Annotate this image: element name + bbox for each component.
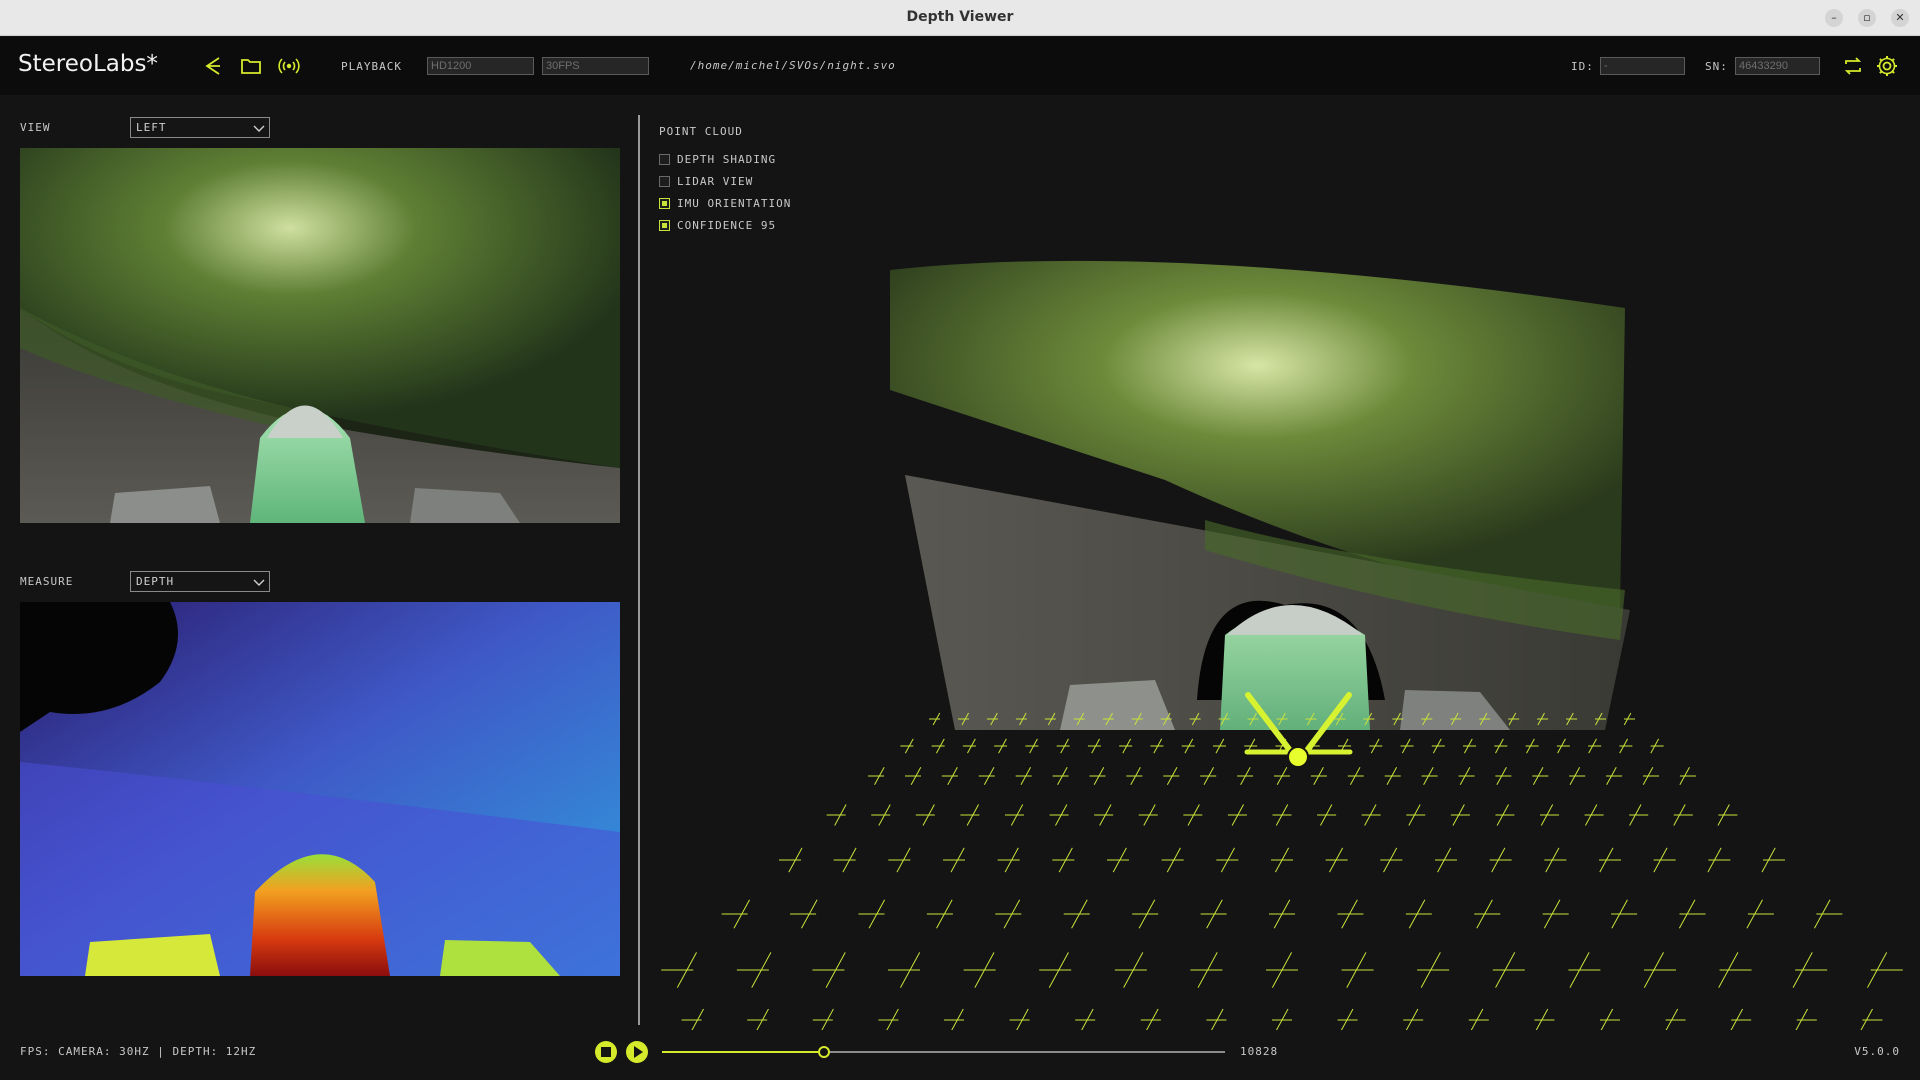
view-label: VIEW	[20, 121, 51, 134]
status-bar	[0, 1035, 1920, 1080]
lidar-view-checkbox[interactable]: LIDAR VIEW	[659, 174, 753, 188]
measure-label: MEASURE	[20, 575, 74, 588]
checkbox-label: IMU ORIENTATION	[677, 196, 792, 210]
checkbox-label: DEPTH SHADING	[677, 152, 777, 166]
view-select[interactable]: LEFT	[130, 117, 270, 138]
frame-counter: 10828	[1240, 1045, 1279, 1058]
view-select-value: LEFT	[136, 121, 167, 134]
window-title: Depth Viewer	[906, 9, 1014, 25]
checkbox-label: LIDAR VIEW	[677, 174, 754, 188]
measure-select-value: DEPTH	[136, 575, 175, 588]
depth-shading-checkbox[interactable]: DEPTH SHADING	[659, 152, 776, 166]
fps-readout: FPS: CAMERA: 30HZ | DEPTH: 12HZ	[20, 1045, 257, 1058]
checkbox-box[interactable]	[659, 197, 670, 209]
maximize-button[interactable]: ▫	[1858, 9, 1876, 27]
point-cloud-viewport[interactable]	[645, 230, 1920, 1030]
depth-map-image	[20, 602, 620, 976]
play-button[interactable]	[626, 1041, 648, 1063]
stop-button[interactable]	[595, 1041, 617, 1063]
file-path: /home/michel/SVOs/night.svo	[690, 59, 896, 72]
imu-orientation-checkbox[interactable]: IMU ORIENTATION	[659, 196, 791, 210]
sn-field[interactable]: 46433290	[1735, 57, 1820, 75]
fps-field[interactable]: 30FPS	[542, 57, 649, 75]
chevron-down-icon	[253, 579, 265, 586]
share-icon[interactable]	[201, 54, 225, 78]
point-cloud-label: POINT CLOUD	[659, 125, 743, 138]
chevron-down-icon	[253, 125, 265, 132]
checkbox-box[interactable]	[659, 175, 670, 187]
id-field[interactable]: -	[1600, 57, 1685, 75]
version-label: V5.0.0	[1854, 1045, 1900, 1058]
playback-slider[interactable]	[662, 1046, 1225, 1058]
stop-icon	[601, 1047, 611, 1057]
window-titlebar: Depth Viewer – ▫ ✕	[0, 0, 1920, 36]
panel-divider[interactable]	[638, 115, 640, 1025]
refresh-icon[interactable]	[1841, 54, 1865, 78]
play-icon	[634, 1046, 643, 1058]
stream-icon[interactable]	[277, 54, 301, 78]
left-camera-image	[20, 148, 620, 523]
id-label: ID:	[1571, 60, 1594, 73]
minimize-button[interactable]: –	[1825, 9, 1843, 27]
playback-progress	[662, 1051, 826, 1053]
measure-select[interactable]: DEPTH	[130, 571, 270, 592]
settings-gear-icon[interactable]	[1875, 54, 1899, 78]
playback-mode-label: PLAYBACK	[341, 60, 402, 73]
checkbox-box[interactable]	[659, 153, 670, 165]
folder-icon[interactable]	[239, 54, 263, 78]
close-button[interactable]: ✕	[1891, 9, 1909, 27]
resolution-field[interactable]: HD1200	[427, 57, 534, 75]
brand-logo: StereoLabs*	[18, 51, 158, 77]
checkbox-box[interactable]	[659, 219, 670, 231]
main-toolbar: StereoLabs* PLAYBACK HD1200 30FPS /home/…	[0, 37, 1920, 95]
sn-label: SN:	[1705, 60, 1728, 73]
ground-grid	[661, 712, 1903, 1030]
